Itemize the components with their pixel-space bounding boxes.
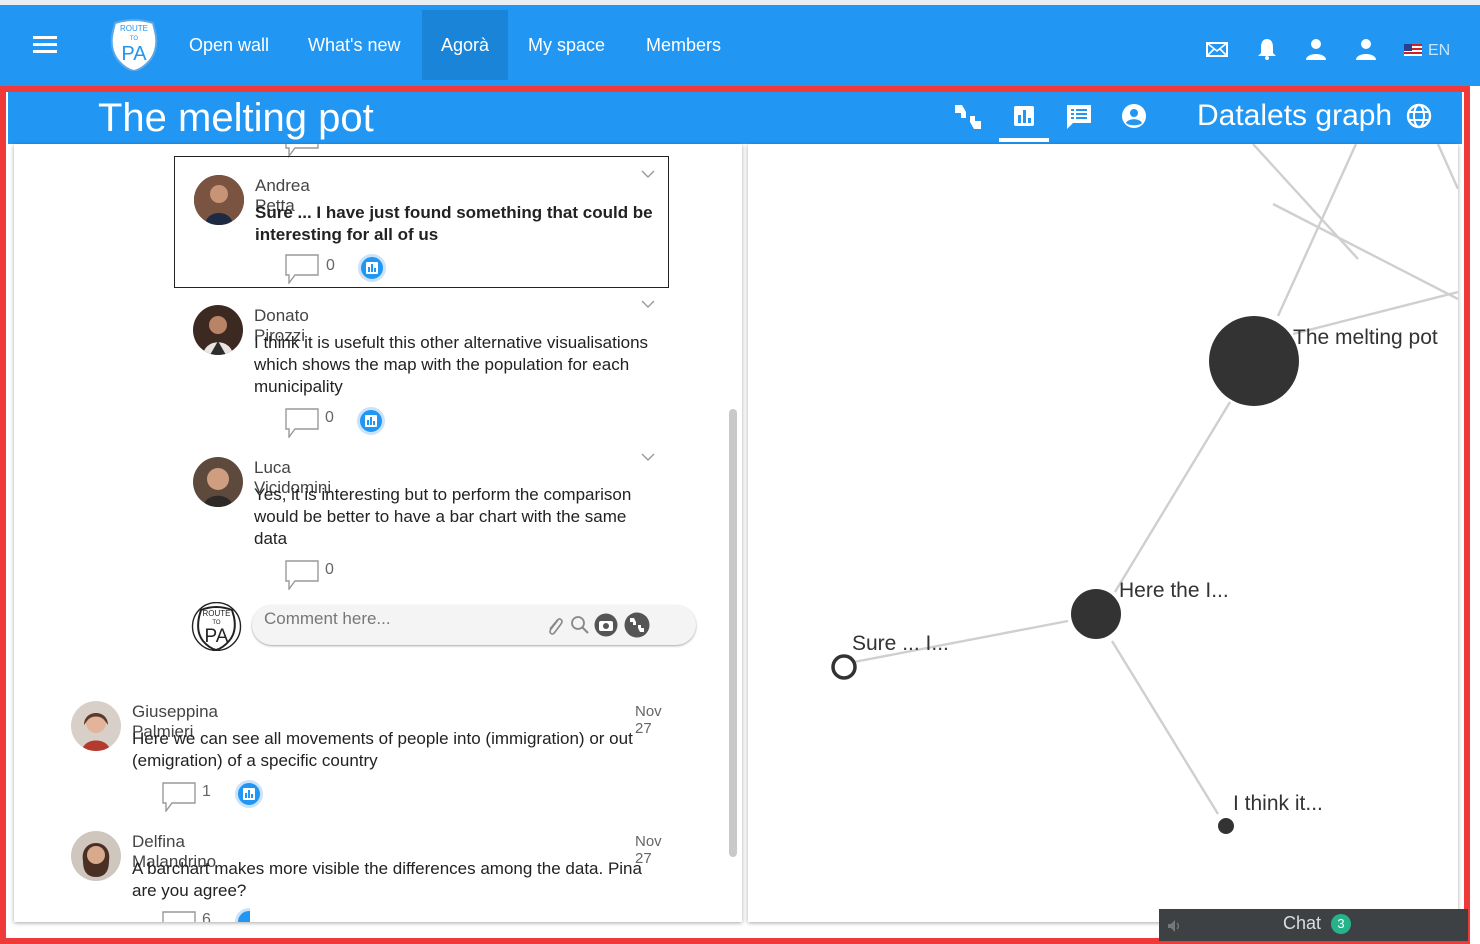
thumbs-icon[interactable]: [952, 102, 984, 132]
mail-icon[interactable]: [1205, 37, 1229, 61]
globe-icon[interactable]: [1405, 102, 1433, 130]
chat-label: Chat: [1283, 913, 1322, 933]
nav-members[interactable]: Members: [627, 10, 740, 80]
comment-text: I think it is usefult this other alterna…: [254, 333, 649, 396]
graph-edge: [1252, 144, 1359, 260]
chevron-down-icon[interactable]: [641, 169, 655, 179]
thumbs-icon[interactable]: [624, 612, 650, 638]
route-to-pa-logo[interactable]: ROUTE TO PA: [107, 17, 161, 71]
comment-bubble-icon[interactable]: [285, 254, 319, 284]
datalet-button[interactable]: [358, 254, 386, 282]
comment-bubble-icon[interactable]: [162, 911, 196, 922]
search-icon[interactable]: [570, 615, 590, 635]
bell-icon[interactable]: [1255, 37, 1279, 61]
comment-input-placeholder: Comment here...: [264, 609, 391, 628]
graph-node-large[interactable]: [1209, 316, 1299, 406]
graph-edge: [1276, 144, 1358, 317]
datalet-button[interactable]: [235, 908, 250, 922]
page-title: The melting pot: [98, 96, 374, 140]
speaker-icon[interactable]: [1167, 919, 1183, 933]
menu-icon[interactable]: [33, 36, 57, 54]
attach-icon[interactable]: [546, 615, 564, 637]
active-tab-indicator: [999, 138, 1049, 142]
datalet-button[interactable]: [357, 407, 385, 435]
graph-node-medium[interactable]: [1071, 589, 1121, 639]
graph-edge: [1110, 640, 1220, 815]
bar-chart-icon: [243, 788, 255, 800]
comment-actions: 6: [160, 905, 250, 922]
comment-text: A barchart makes more visible the differ…: [132, 859, 642, 900]
chat-bar[interactable]: Chat 3: [1159, 909, 1468, 941]
avatar: [194, 175, 244, 225]
nav-whats-new[interactable]: What's new: [289, 10, 419, 80]
bar-chart-icon[interactable]: [1008, 102, 1040, 132]
graph-node-outline[interactable]: [831, 654, 857, 680]
comment-bubble-icon[interactable]: [285, 560, 319, 590]
avatar-text-route: ROUTE: [203, 609, 231, 618]
datalets-graph-panel[interactable]: The melting pot Here the I... Sure ... I…: [748, 144, 1458, 922]
top-navbar: ROUTE TO PA Open wall What's new Agorà M…: [0, 0, 1480, 86]
chevron-down-icon[interactable]: [641, 452, 655, 462]
comment-bubble-icon[interactable]: [285, 408, 319, 438]
graph-node-small[interactable]: [1218, 818, 1234, 834]
list-icon[interactable]: [1063, 102, 1095, 132]
nav-my-space[interactable]: My space: [509, 10, 624, 80]
graph-node-label: Here the I...: [1119, 579, 1229, 602]
comment-text: Sure ... I have just found something tha…: [255, 203, 653, 244]
us-flag-icon: [1404, 44, 1422, 56]
logo-text-pa: PA: [121, 43, 147, 65]
avatar-text-pa: PA: [205, 626, 229, 647]
window-edge: [0, 0, 1480, 5]
avatar: [193, 457, 243, 507]
comment-input[interactable]: Comment here...: [252, 605, 696, 645]
reply-count: 0: [325, 409, 334, 426]
user-icon[interactable]: [1304, 37, 1328, 61]
graph-node-label: I think it...: [1233, 792, 1323, 815]
bar-chart-icon: [366, 262, 378, 274]
avatar: [71, 701, 121, 751]
comment-bubble-icon[interactable]: [162, 782, 196, 812]
camera-icon[interactable]: [594, 613, 618, 637]
profile-icon[interactable]: [1354, 37, 1378, 61]
nav-open-wall[interactable]: Open wall: [170, 10, 288, 80]
datalet-button[interactable]: [235, 780, 263, 808]
graph-edge: [1113, 401, 1232, 593]
logo-text-route: ROUTE: [120, 24, 148, 33]
avatar: [193, 305, 243, 355]
language-selector[interactable]: EN: [1404, 40, 1450, 62]
comment-text: Yes, it is interesting but to perform th…: [254, 485, 632, 548]
reply-count: 0: [325, 561, 334, 578]
chevron-down-icon[interactable]: [641, 299, 655, 309]
graph-node-label: The melting pot: [1293, 326, 1438, 349]
reply-count: 1: [202, 783, 211, 800]
reply-count: 0: [326, 257, 335, 274]
datalets-graph[interactable]: The melting pot Here the I... Sure ... I…: [748, 144, 1458, 922]
avatar: [71, 831, 121, 881]
graph-edge: [1436, 144, 1458, 190]
reply-count: 6: [202, 911, 211, 922]
chat-count-badge: 3: [1331, 914, 1351, 934]
bar-chart-icon: [365, 415, 377, 427]
route-to-pa-avatar: ROUTE TO PA: [191, 602, 242, 651]
comment-text: Here we can see all movements of people …: [132, 729, 633, 770]
graph-edge: [1272, 202, 1458, 301]
nav-agora[interactable]: Agorà: [422, 10, 509, 80]
language-label: EN: [1428, 42, 1451, 59]
logo-text-to: TO: [130, 36, 139, 42]
account-icon[interactable]: [1118, 102, 1150, 132]
comments-scrollbar[interactable]: [729, 409, 737, 857]
datalets-graph-title: Datalets graph: [1197, 99, 1393, 132]
graph-node-label: Sure ... I...: [852, 632, 949, 655]
room-title-bar: The melting pot Datalets graph: [8, 92, 1462, 144]
